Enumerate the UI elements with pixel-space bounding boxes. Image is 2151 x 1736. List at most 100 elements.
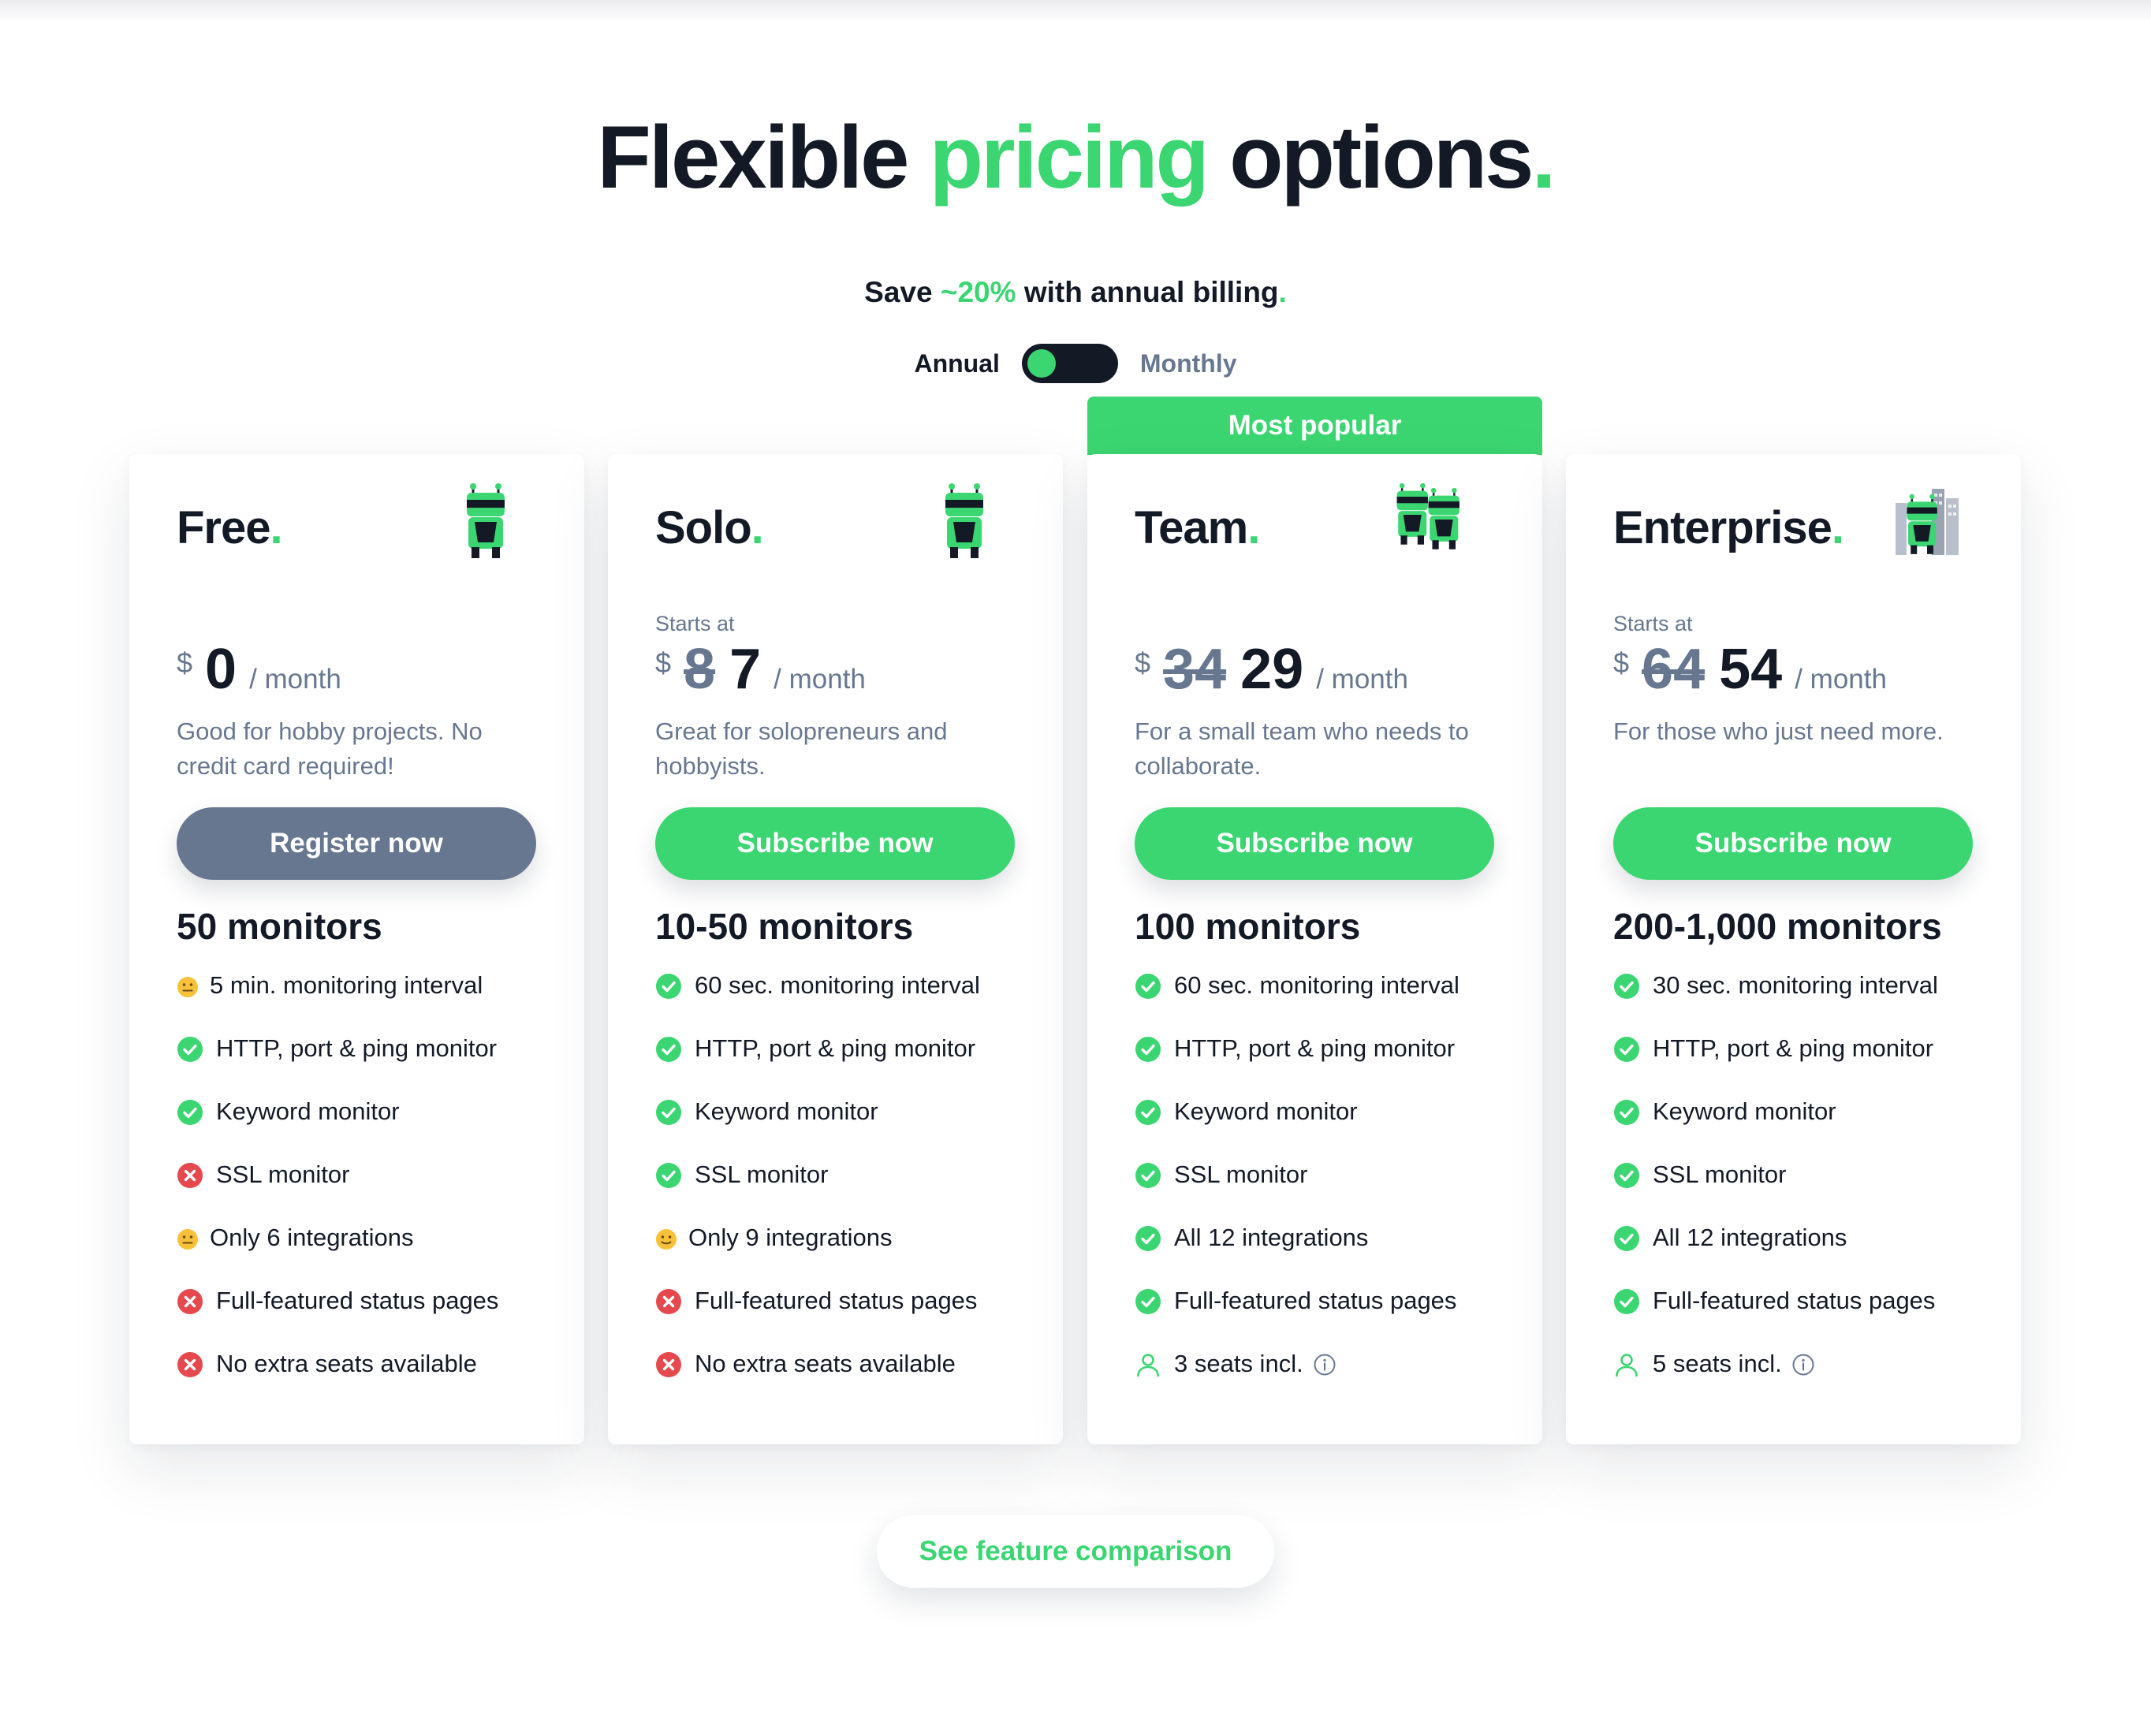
feature-text: SSL monitor [1653,1160,1787,1188]
plan-name-text: Enterprise [1613,502,1832,553]
current-price: 0 [205,638,237,701]
current-price: 29 [1240,638,1304,701]
feature-list: 5 min. monitoring interval HTTP, port & p… [177,970,555,1411]
feature-text: Keyword monitor [695,1097,878,1125]
feature-item: SSL monitor [1135,1159,1513,1222]
cross-icon [177,1351,203,1378]
feature-item: SSL monitor [1613,1159,1992,1222]
cross-icon [177,1288,203,1315]
plan-description: For those who just need more. [1613,717,1944,745]
currency-symbol: $ [177,646,193,679]
feature-item: All 12 integrations [1135,1222,1513,1285]
feature-text: SSL monitor [216,1160,350,1188]
feature-text: No extra seats available [216,1350,477,1377]
feature-text: Full-featured status pages [695,1287,978,1314]
feature-item: 3 seats incl. [1135,1348,1513,1411]
top-shadow [0,0,2151,24]
savings-percent: ~20% [940,276,1016,308]
feature-text: 5 min. monitoring interval [210,971,483,999]
user-icon [1135,1351,1161,1378]
feature-text: 3 seats incl. [1174,1350,1303,1377]
feature-text: HTTP, port & ping monitor [695,1034,976,1062]
feature-item: 30 sec. monitoring interval [1613,970,1992,1033]
billing-toggle[interactable] [1021,344,1118,383]
feature-item: 60 sec. monitoring interval [1135,970,1513,1033]
check-icon [1135,1288,1161,1315]
monthly-label[interactable]: Monthly [1140,349,1237,378]
price: $34 29 / month [1135,637,1408,708]
feature-item: Full-featured status pages [1135,1285,1513,1348]
check-icon [1135,1162,1161,1189]
plan-name: Team. [1135,501,1260,554]
title-part2: options [1206,108,1534,207]
feature-item: Keyword monitor [1135,1096,1513,1159]
feature-text: 60 sec. monitoring interval [695,971,980,999]
starts-at-label: Starts at [655,612,735,635]
feature-text: No extra seats available [695,1350,956,1377]
price: $64 54 / month [1613,637,1887,708]
check-icon [1613,1162,1640,1189]
currency-symbol: $ [1613,646,1630,679]
monitor-count: 200-1,000 monitors [1613,906,1942,947]
feature-item: Only 6 integrations [177,1222,555,1285]
plan-description: Great for solopreneurs and hobbyists. [655,717,948,780]
currency-symbol: $ [655,646,672,679]
feature-item: 5 seats incl. [1613,1348,1992,1411]
plan-name: Free. [177,501,283,554]
feature-item: Only 9 integrations [655,1222,1034,1285]
check-icon [177,1099,203,1126]
feature-list: 30 sec. monitoring interval HTTP, port & … [1613,970,1992,1411]
plan-name-dot: . [1831,502,1844,553]
feature-item: 5 min. monitoring interval [177,970,555,1033]
monitor-count: 50 monitors [177,906,382,947]
feature-text: SSL monitor [695,1160,829,1188]
feature-item: HTTP, port & ping monitor [1135,1033,1513,1096]
feature-item: Full-featured status pages [1613,1285,1992,1348]
toggle-knob [1027,349,1056,378]
check-icon [1613,973,1640,1000]
robot-icon [939,482,990,565]
currency-symbol: $ [1135,646,1151,679]
feature-item: SSL monitor [177,1159,555,1222]
check-icon [1135,1099,1161,1126]
feature-text: Keyword monitor [1174,1097,1358,1125]
savings-note: Save ~20% with annual billing. [0,276,2151,309]
plan-name-text: Team [1135,502,1248,553]
subscribe-now-button[interactable]: Subscribe now [1613,807,1973,880]
billing-toggle-group: Annual Monthly [0,344,2151,383]
plan-card-free: Free. $0 / month Good for hobby projects. N… [129,454,584,1444]
feature-text: Only 9 integrations [688,1224,893,1251]
check-icon [1135,973,1161,1000]
check-icon [1613,1036,1640,1063]
feature-comparison-button[interactable]: See feature comparison [877,1515,1274,1588]
info-icon[interactable] [1791,1353,1815,1377]
feature-text: SSL monitor [1174,1160,1308,1188]
subscribe-now-button[interactable]: Subscribe now [1135,807,1494,880]
feature-text: Only 6 integrations [210,1224,414,1251]
monitor-count: 100 monitors [1135,906,1361,947]
annual-label[interactable]: Annual [914,349,999,378]
plan-card-enterprise: Enterprise. Starts at $64 54 / month For thos… [1566,454,2021,1444]
savings-suffix: with annual billing [1016,276,1279,308]
feature-text: 5 seats incl. [1653,1350,1782,1377]
savings-prefix: Save [864,276,941,308]
title-dot: . [1531,108,1556,207]
feature-text: 30 sec. monitoring interval [1653,971,1938,999]
feature-text: Full-featured status pages [216,1287,499,1314]
plan-name-dot: . [270,502,283,553]
feature-text: 60 sec. monitoring interval [1174,971,1459,999]
neutral-face-icon [177,1227,199,1250]
check-icon [1613,1225,1640,1252]
check-icon [655,973,682,1000]
most-popular-badge: Most popular [1087,397,1542,455]
register-now-button[interactable]: Register now [177,807,536,880]
subscribe-now-button[interactable]: Subscribe now [655,807,1015,880]
price-period: / month [1795,664,1887,695]
cross-icon [177,1162,203,1189]
old-price: 8 [684,638,716,701]
robot-enterprise-icon [1891,482,1966,562]
plan-name-text: Solo [655,502,752,553]
info-icon[interactable] [1313,1353,1336,1377]
check-icon [1135,1036,1161,1063]
current-price: 54 [1719,638,1783,701]
